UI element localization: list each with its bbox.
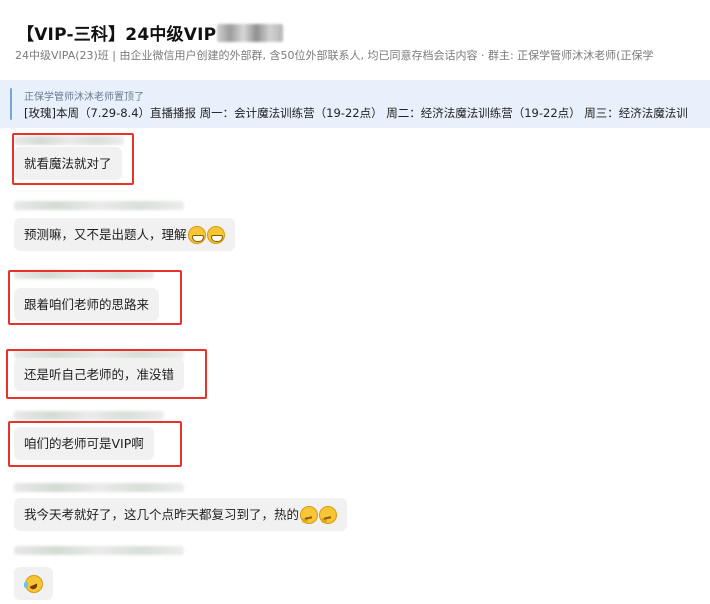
grin-icon — [206, 225, 225, 244]
pinned-note: 正保学管师沐沐老师置顶了 — [24, 92, 144, 103]
pin-indicator — [10, 88, 12, 120]
sender-name-redacted — [14, 483, 184, 492]
thinking-icon — [319, 505, 338, 524]
message-bubble[interactable] — [14, 567, 53, 600]
message-bubble[interactable]: 我今天考就好了，这几个点昨天都复习到了，热的 — [14, 498, 348, 531]
chat-title-row: 【VIP-三科】24中级VIP — [17, 20, 284, 45]
sender-name-redacted — [14, 201, 184, 210]
message-text: 就看魔法就对了 — [24, 156, 112, 171]
message-text: 还是听自己老师的，准没错 — [24, 367, 175, 382]
redacted-title-suffix — [217, 23, 284, 42]
message-bubble[interactable]: 咱们的老师可是VIP啊 — [14, 427, 154, 460]
grin-icon — [187, 225, 206, 244]
pinned-text: [玫瑰]本周（7.29-8.4）直播播报 周一：会计魔法训练营（19-22点） … — [24, 106, 688, 120]
sender-name-redacted — [14, 136, 124, 145]
laugh-cry-icon — [24, 574, 43, 593]
message-text: 咱们的老师可是VIP啊 — [24, 436, 144, 451]
message-text: 我今天考就好了，这几个点昨天都复习到了，热的 — [24, 507, 300, 522]
message-bubble[interactable]: 就看魔法就对了 — [14, 147, 122, 180]
pinned-message-banner[interactable]: 正保学管师沐沐老师置顶了 [玫瑰]本周（7.29-8.4）直播播报 周一：会计魔… — [0, 80, 710, 128]
message-bubble[interactable]: 还是听自己老师的，准没错 — [14, 358, 185, 391]
sender-name-redacted — [14, 411, 164, 420]
message-text: 跟着咱们老师的思路来 — [24, 297, 150, 312]
thinking-icon — [300, 505, 319, 524]
chat-header: 【VIP-三科】24中级VIP 24中级VIPA(23)班 | 由企业微信用户创… — [0, 0, 710, 72]
message-text: 预测嘛，又不是出题人，理解 — [24, 227, 187, 242]
chat-title[interactable]: 【VIP-三科】24中级VIP — [17, 20, 216, 45]
message-bubble[interactable]: 预测嘛，又不是出题人，理解 — [14, 218, 235, 251]
sender-name-redacted — [14, 546, 184, 555]
message-bubble[interactable]: 跟着咱们老师的思路来 — [14, 288, 160, 321]
chat-subtitle: 24中级VIPA(23)班 | 由企业微信用户创建的外部群, 含50位外部联系人… — [15, 49, 654, 62]
sender-name-redacted — [14, 270, 154, 279]
